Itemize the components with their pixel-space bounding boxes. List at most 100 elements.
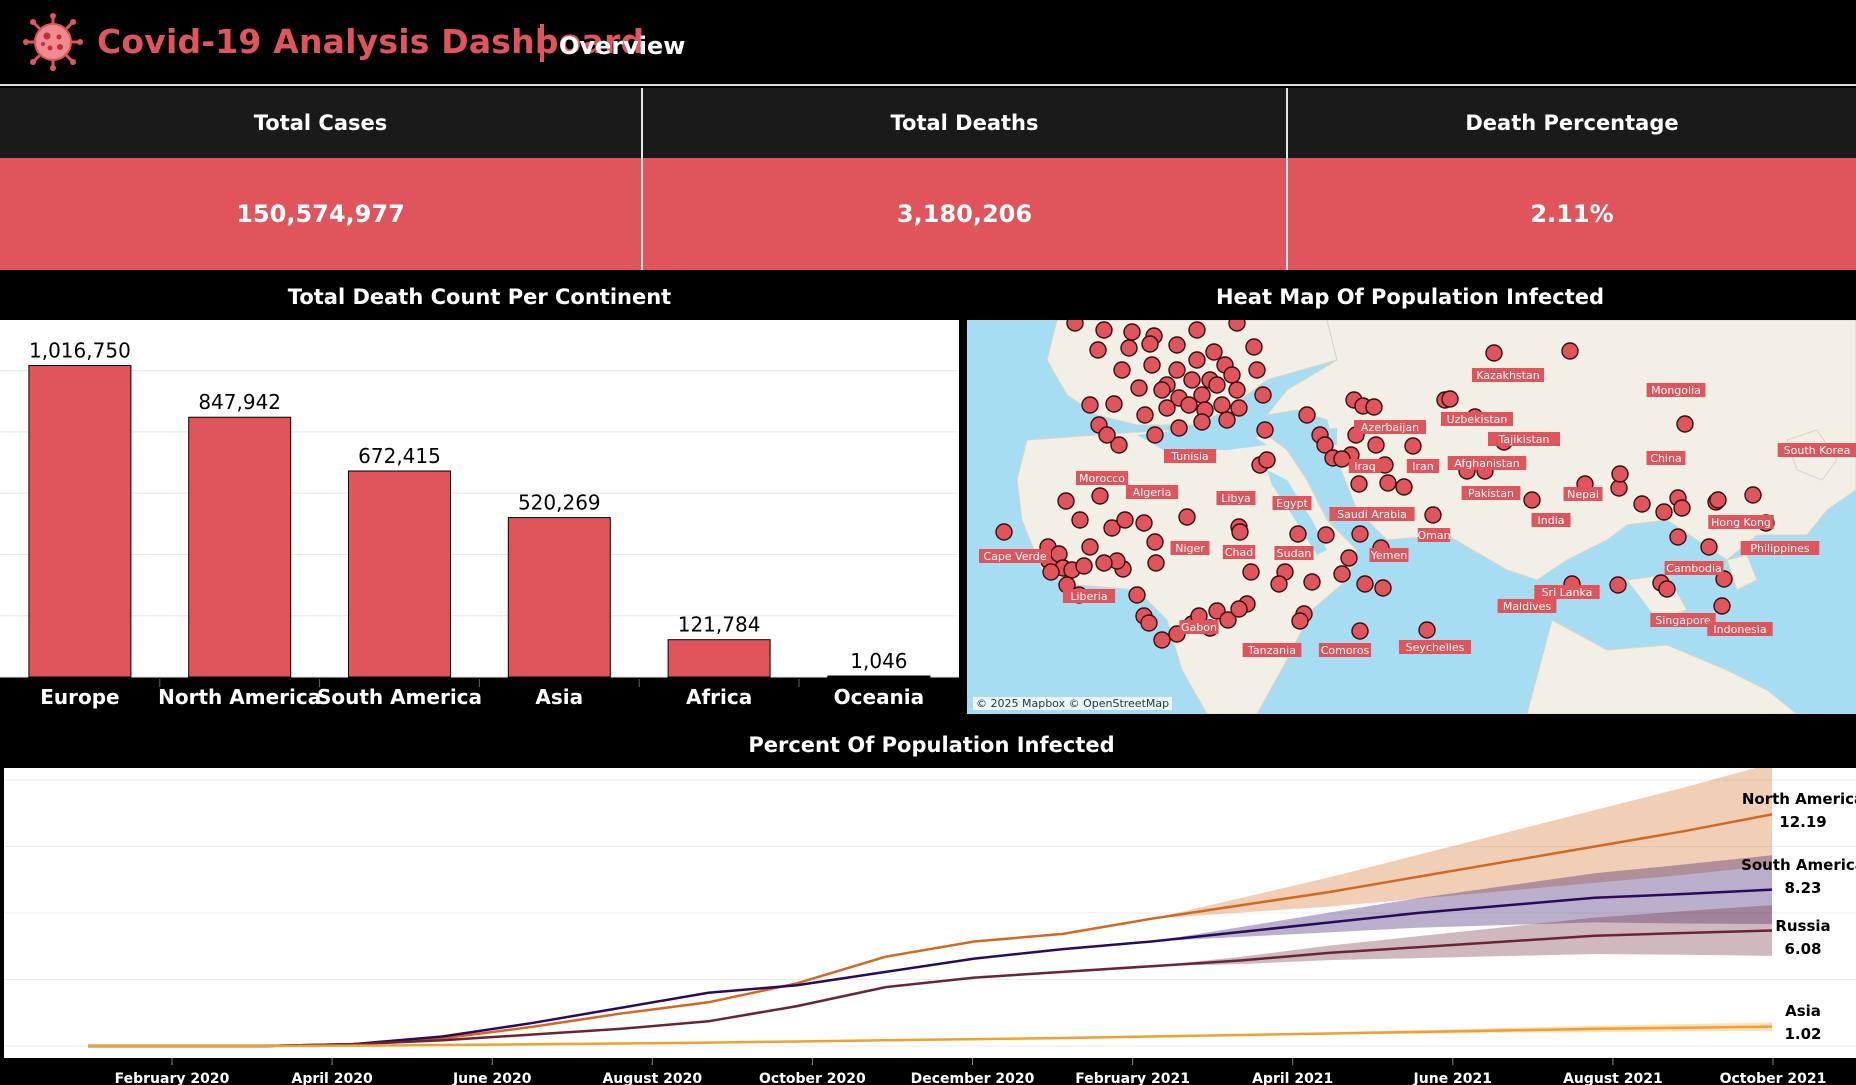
country-marker[interactable]	[1123, 323, 1141, 341]
country-marker[interactable]	[1303, 573, 1321, 591]
country-marker[interactable]	[1158, 399, 1176, 417]
country-marker[interactable]	[1143, 356, 1161, 374]
country-marker[interactable]	[1075, 557, 1093, 575]
bar[interactable]	[188, 416, 292, 678]
country-marker[interactable]	[1669, 528, 1687, 546]
country-marker[interactable]	[1351, 525, 1369, 543]
country-marker[interactable]	[1228, 320, 1246, 332]
country-marker[interactable]	[1071, 511, 1089, 529]
country-marker[interactable]	[1130, 379, 1148, 397]
country-marker[interactable]	[1098, 426, 1116, 444]
country-marker[interactable]	[1153, 631, 1171, 649]
country-marker[interactable]	[1658, 580, 1676, 598]
country-marker[interactable]	[1168, 336, 1186, 354]
country-marker[interactable]	[1340, 549, 1358, 567]
country-marker[interactable]	[1153, 381, 1171, 399]
country-marker[interactable]	[1140, 614, 1158, 632]
country-marker[interactable]	[1655, 503, 1673, 521]
country-marker[interactable]	[1223, 366, 1241, 384]
country-marker[interactable]	[1367, 436, 1385, 454]
country-marker[interactable]	[1404, 437, 1422, 455]
country-marker[interactable]	[1120, 339, 1138, 357]
country-marker[interactable]	[1230, 399, 1248, 417]
country-marker[interactable]	[1245, 338, 1263, 356]
country-marker[interactable]	[1205, 343, 1223, 361]
country-marker[interactable]	[1709, 491, 1727, 509]
country-marker[interactable]	[1298, 406, 1316, 424]
country-marker[interactable]	[1365, 398, 1383, 416]
country-marker[interactable]	[1350, 475, 1368, 493]
bar[interactable]	[28, 365, 132, 678]
country-marker[interactable]	[1351, 622, 1369, 640]
bar[interactable]	[348, 470, 451, 678]
country-marker[interactable]	[1188, 351, 1206, 369]
country-marker[interactable]	[1395, 478, 1413, 496]
country-marker[interactable]	[1254, 386, 1272, 404]
country-marker[interactable]	[1713, 597, 1731, 615]
heat-map[interactable]: Kazakhstan Mongolia Azerbaijan Uzbekistan Ta…	[967, 320, 1856, 714]
country-marker[interactable]	[1095, 554, 1113, 572]
country-marker[interactable]	[1424, 506, 1442, 524]
country-marker[interactable]	[1242, 563, 1260, 581]
country-marker[interactable]	[1633, 495, 1651, 513]
country-marker[interactable]	[1146, 426, 1164, 444]
bar[interactable]	[507, 517, 611, 678]
country-marker[interactable]	[1379, 474, 1397, 492]
country-marker[interactable]	[1089, 341, 1107, 359]
country-marker[interactable]	[1333, 450, 1351, 468]
country-marker[interactable]	[1091, 487, 1109, 505]
country-marker[interactable]	[1193, 413, 1211, 431]
country-marker[interactable]	[1116, 511, 1134, 529]
country-marker[interactable]	[1136, 406, 1154, 424]
kpi-total-cases[interactable]: Total Cases 150,574,977	[0, 88, 641, 270]
country-marker[interactable]	[995, 523, 1013, 541]
country-marker[interactable]	[1178, 508, 1196, 526]
country-marker[interactable]	[1147, 554, 1165, 572]
country-marker[interactable]	[1485, 344, 1503, 362]
country-marker[interactable]	[1188, 321, 1206, 339]
map-attribution[interactable]: © 2025 Mapbox © OpenStreetMap	[973, 697, 1173, 710]
country-marker[interactable]	[1609, 576, 1627, 594]
country-marker[interactable]	[1523, 491, 1541, 509]
country-marker[interactable]	[1270, 575, 1288, 593]
country-marker[interactable]	[1128, 586, 1146, 604]
country-marker[interactable]	[1611, 465, 1629, 483]
country-marker[interactable]	[1374, 579, 1392, 597]
country-marker[interactable]	[1256, 421, 1274, 439]
country-marker[interactable]	[1057, 492, 1075, 510]
kpi-death-percentage[interactable]: Death Percentage 2.11%	[1288, 88, 1856, 270]
country-marker[interactable]	[1317, 526, 1335, 544]
country-marker[interactable]	[1231, 523, 1249, 541]
country-marker[interactable]	[1561, 342, 1579, 360]
country-marker[interactable]	[1218, 411, 1236, 429]
country-marker[interactable]	[1291, 612, 1309, 630]
country-marker[interactable]	[1135, 514, 1153, 532]
country-marker[interactable]	[1180, 396, 1198, 414]
country-marker[interactable]	[1333, 565, 1351, 583]
country-marker[interactable]	[1289, 525, 1307, 543]
country-marker[interactable]	[1228, 381, 1246, 399]
kpi-total-deaths[interactable]: Total Deaths 3,180,206	[643, 88, 1286, 270]
country-marker[interactable]	[1213, 396, 1231, 414]
country-marker[interactable]	[1230, 600, 1248, 618]
bar[interactable]	[827, 675, 931, 678]
country-marker[interactable]	[1248, 361, 1266, 379]
country-marker[interactable]	[1095, 321, 1113, 339]
country-marker[interactable]	[1676, 415, 1694, 433]
country-marker[interactable]	[1113, 361, 1131, 379]
country-marker[interactable]	[1356, 575, 1374, 593]
country-marker[interactable]	[1258, 451, 1276, 469]
country-marker[interactable]	[1700, 538, 1718, 556]
country-marker[interactable]	[1441, 390, 1459, 408]
country-marker[interactable]	[1744, 486, 1762, 504]
country-marker[interactable]	[1105, 395, 1123, 413]
country-marker[interactable]	[1081, 396, 1099, 414]
country-marker[interactable]	[1141, 335, 1159, 353]
country-marker[interactable]	[1673, 499, 1691, 517]
bar[interactable]	[667, 639, 771, 678]
map-canvas[interactable]: Kazakhstan Mongolia Azerbaijan Uzbekistan Ta…	[967, 320, 1856, 714]
country-marker[interactable]	[1183, 371, 1201, 389]
country-marker[interactable]	[1418, 621, 1436, 639]
country-marker[interactable]	[1042, 563, 1060, 581]
death-count-bar-chart[interactable]: 1,016,750 Europe 847,942 North America 672,4…	[0, 320, 959, 717]
